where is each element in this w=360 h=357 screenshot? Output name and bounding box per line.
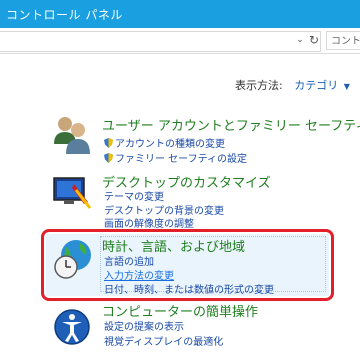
link-suggested-settings[interactable]: 設定の提案の表示 <box>104 318 184 333</box>
link-family-safety[interactable]: ファミリー セーフティの設定 <box>104 150 247 165</box>
search-input[interactable]: コント <box>326 31 360 50</box>
link-optimize-display[interactable]: 視覚ディスプレイの最適化 <box>104 333 223 348</box>
category-title-user-accounts[interactable]: ユーザー アカウントとファミリー セーフティ <box>102 115 360 134</box>
window-titlebar: コントロール パネル <box>0 0 360 28</box>
desktop-icon <box>53 177 92 209</box>
address-field[interactable] <box>0 31 321 52</box>
link-change-theme[interactable]: テーマの変更 <box>104 188 164 203</box>
view-by: 表示方法: カテゴリ ▼ <box>235 77 350 93</box>
highlight-frame <box>41 229 334 301</box>
window-title: コントロール パネル <box>6 8 123 22</box>
chevron-down-icon[interactable]: ⌄ <box>293 33 307 48</box>
shield-icon <box>104 138 113 148</box>
view-by-label: 表示方法: <box>235 79 283 92</box>
refresh-icon[interactable]: ↻ <box>307 33 321 48</box>
link-adjust-resolution[interactable]: 画面の解像度の調整 <box>104 215 194 230</box>
view-by-dropdown[interactable]: カテゴリ <box>294 79 338 92</box>
link-change-account-type[interactable]: アカウントの種類の変更 <box>104 135 225 150</box>
users-icon <box>54 117 90 154</box>
caret-down-icon[interactable]: ▼ <box>344 82 350 91</box>
shield-icon <box>104 153 113 163</box>
ease-of-access-icon <box>54 309 90 345</box>
address-bar: ⌄ ↻ コント <box>0 28 360 54</box>
